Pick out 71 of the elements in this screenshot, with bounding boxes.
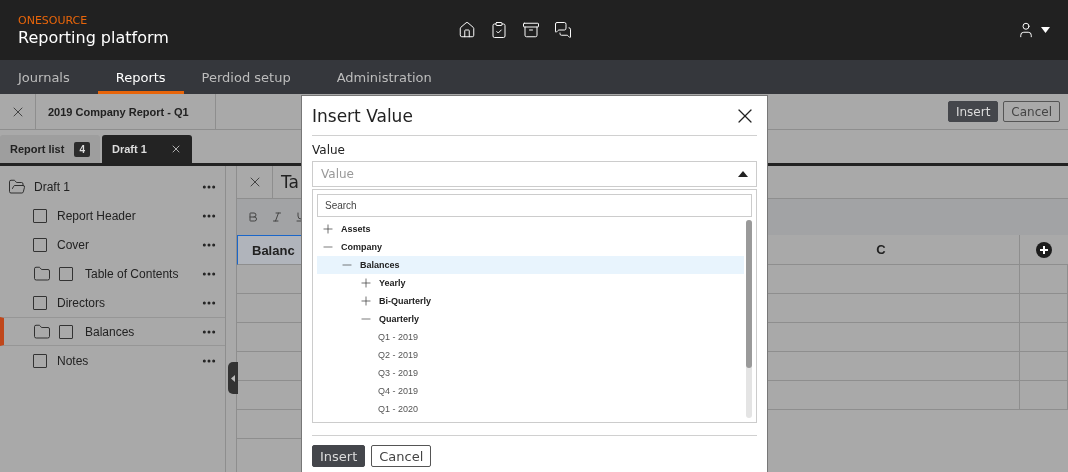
search-field[interactable]: Search — [317, 194, 752, 217]
tree-item[interactable]: Yearly — [317, 274, 744, 292]
archive-icon[interactable] — [522, 21, 540, 39]
caret-icon — [738, 171, 748, 177]
cancel-button[interactable]: Cancel — [1003, 101, 1060, 122]
folder-icon — [33, 264, 51, 283]
item-label: Report Header — [56, 208, 137, 223]
scrollbar[interactable] — [746, 220, 752, 418]
table-cell[interactable] — [1020, 265, 1068, 294]
caret-icon[interactable] — [1041, 27, 1050, 33]
tree-item[interactable]: Assets — [317, 220, 744, 238]
nav-tab[interactable]: Reports — [97, 60, 184, 94]
tree-item[interactable]: Report Header — [0, 201, 225, 230]
tree-item[interactable]: Table of Contents — [0, 259, 225, 288]
chat-icon[interactable] — [554, 21, 572, 39]
folder-open-icon — [8, 177, 26, 196]
count-badge: 4 — [74, 141, 90, 157]
clipboard-icon[interactable] — [490, 21, 508, 39]
checkbox[interactable] — [33, 208, 47, 223]
tree-item[interactable]: Q2 - 2019 — [317, 346, 744, 364]
table-cell[interactable] — [1020, 381, 1068, 410]
tree-item[interactable]: Balances — [0, 317, 225, 346]
tree-item[interactable]: Q3 - 2019 — [317, 364, 744, 382]
tab-label: Report list — [10, 143, 65, 155]
folder-icon — [33, 322, 51, 341]
checkbox[interactable] — [33, 237, 47, 252]
checkbox[interactable] — [33, 353, 47, 368]
dialog-title: Insert Value — [312, 105, 413, 126]
checkbox[interactable] — [33, 295, 47, 310]
tree-item[interactable]: Bi-Quarterly — [317, 292, 744, 310]
insert-button[interactable]: Insert — [312, 445, 366, 467]
item-label: Notes — [56, 353, 90, 368]
tree-item[interactable]: Q4 - 2019 — [317, 382, 744, 400]
italic-icon[interactable] — [271, 211, 283, 223]
table-cell[interactable] — [1020, 294, 1068, 323]
table-cell[interactable] — [1020, 323, 1068, 352]
checkbox[interactable] — [59, 324, 73, 339]
brand-name: ONESOURCE — [18, 13, 89, 27]
tree-item[interactable]: Notes — [0, 346, 225, 375]
tree-item[interactable]: Q1 - 2019 — [317, 328, 744, 346]
bold-icon[interactable] — [247, 211, 259, 223]
add-column-icon[interactable] — [1036, 241, 1052, 258]
item-label: Table of Contents — [84, 266, 180, 281]
checkbox[interactable] — [59, 266, 73, 281]
app-title: Reporting platform — [18, 27, 170, 47]
tree-item[interactable]: Directors — [0, 288, 225, 317]
table-cell[interactable] — [1020, 352, 1068, 381]
report-title: 2019 Company Report - Q1 — [36, 94, 216, 129]
field-label: Value — [312, 143, 346, 157]
cancel-button[interactable]: Cancel — [371, 445, 432, 467]
item-label: Draft 1 — [34, 179, 71, 194]
section-title: Ta — [280, 171, 299, 194]
item-label: Cover — [56, 237, 90, 252]
tree-item[interactable]: Cover — [0, 230, 225, 259]
insert-button[interactable]: Insert — [947, 101, 999, 122]
item-label: Balances — [84, 324, 136, 339]
nav-tab[interactable]: Administration — [318, 60, 450, 94]
user-icon[interactable] — [1017, 21, 1035, 39]
document-tab[interactable]: Draft 1 — [101, 135, 192, 163]
tab-label: Draft 1 — [111, 143, 147, 155]
home-icon[interactable] — [458, 21, 476, 39]
tree-item[interactable]: Company — [317, 238, 744, 256]
collapse-handle[interactable] — [228, 362, 238, 394]
nav-tab[interactable]: Perdiod setup — [183, 60, 309, 94]
tree-item[interactable]: Quarterly — [317, 310, 744, 328]
tree-item[interactable]: Balances — [317, 256, 744, 274]
tree-item[interactable]: Draft 1 — [0, 172, 225, 201]
nav-tab[interactable]: Journals — [0, 60, 88, 94]
document-tab[interactable]: Report list 4 — [0, 135, 100, 163]
item-label: Directors — [56, 295, 106, 310]
tree-item[interactable]: Q1 - 2020 — [317, 400, 744, 418]
